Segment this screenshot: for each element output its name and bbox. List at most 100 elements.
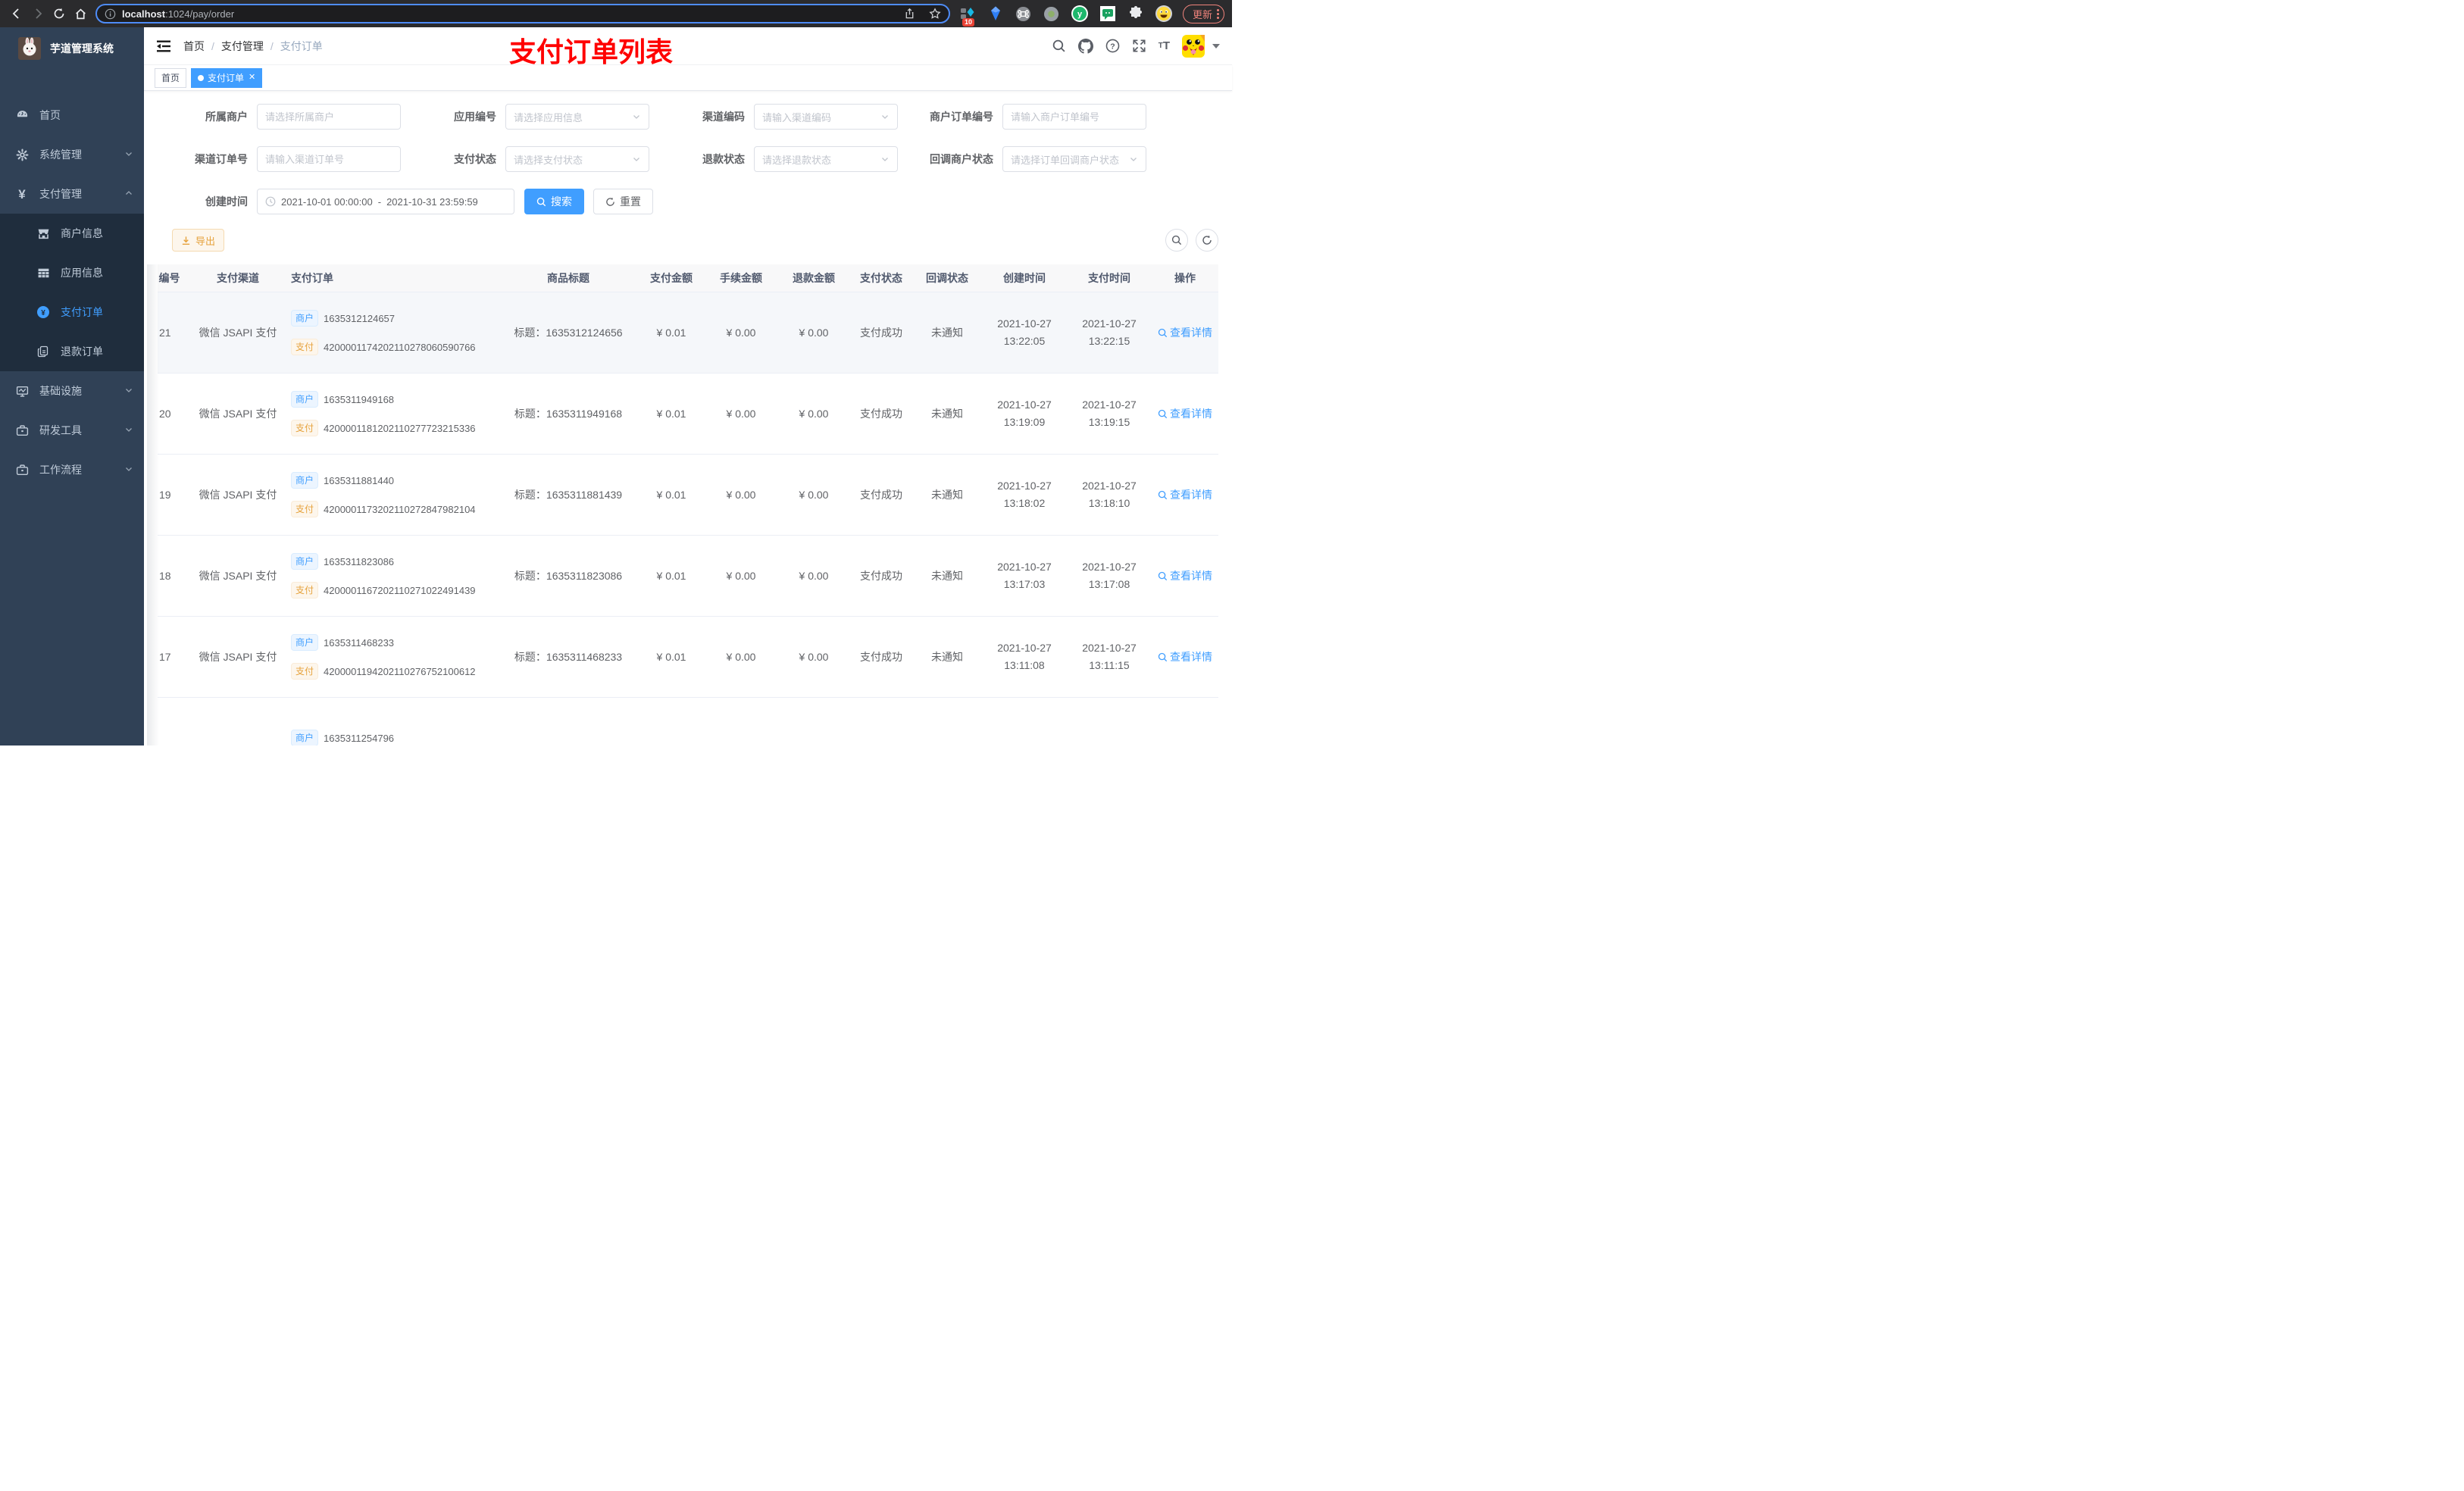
merchant-tag: 商户	[291, 310, 319, 327]
view-detail-link[interactable]: 查看详情	[1158, 649, 1212, 664]
filter-channel-code: 渠道编码 请输入渠道编码	[669, 104, 898, 130]
col-fee: 手续金额	[720, 272, 762, 284]
cell-status: 支付成功	[860, 651, 902, 663]
refresh-icon	[606, 197, 614, 206]
cell-notify: 未通知	[931, 570, 963, 582]
sidebar-item-pay-order[interactable]: ¥ 支付订单	[0, 292, 144, 332]
sidebar-item-dev-tools[interactable]: 研发工具	[0, 411, 144, 450]
pay-tag: 支付	[291, 582, 319, 599]
tags-view: 首页 支付订单 ✕	[144, 65, 1232, 91]
browser-update-button[interactable]: 更新	[1182, 4, 1224, 23]
table-row: 19 微信 JSAPI 支付 商户 1635311881440 支付 4200001…	[158, 455, 1218, 536]
filter-refund-status: 退款状态 请选择退款状态	[669, 146, 898, 172]
pay-submenu: 商户信息 应用信息 ¥ 支付订单 退款订单	[0, 214, 144, 371]
font-size-button[interactable]: TT	[1159, 40, 1170, 52]
sidebar-item-system[interactable]: 系统管理	[0, 135, 144, 174]
browser-home-button[interactable]	[70, 3, 91, 24]
share-icon[interactable]	[904, 8, 915, 20]
pay-order-no: 4200001181202110277723215336	[324, 422, 476, 434]
channel-code-select[interactable]: 请输入渠道编码	[754, 104, 898, 130]
help-button[interactable]: ?	[1105, 39, 1120, 53]
header-search-button[interactable]	[1052, 39, 1066, 53]
cell-create-date: 2021-10-27	[997, 561, 1052, 573]
logo-rabbit-avatar	[18, 37, 41, 60]
close-tab-icon[interactable]: ✕	[249, 73, 255, 82]
active-tab-dot	[198, 74, 205, 81]
fullscreen-button[interactable]	[1132, 39, 1146, 53]
pay-tag: 支付	[291, 501, 319, 517]
sidebar-item-workflow[interactable]: 工作流程	[0, 450, 144, 489]
cell-amount: ¥ 0.01	[656, 570, 686, 582]
tab-pay-order[interactable]: 支付订单 ✕	[191, 67, 263, 88]
browser-back-button[interactable]	[6, 3, 27, 24]
sidebar-item-infrastructure[interactable]: 基础设施	[0, 371, 144, 411]
browser-menu-icon[interactable]	[1217, 8, 1219, 19]
user-avatar[interactable]	[1182, 34, 1205, 58]
cell-pay-time: 13:19:15	[1088, 416, 1130, 428]
extensions-puzzle-icon[interactable]	[1127, 5, 1144, 22]
toggle-search-button[interactable]	[1165, 229, 1188, 252]
sidebar-item-home[interactable]: 首页	[0, 95, 144, 135]
site-info-icon[interactable]	[105, 8, 116, 20]
view-detail-link[interactable]: 查看详情	[1158, 568, 1212, 583]
gem-icon	[990, 6, 1000, 20]
chevron-down-icon	[882, 115, 888, 119]
cell-title: 标题：1635312124656	[514, 327, 623, 339]
browser-forward-button[interactable]	[27, 3, 48, 24]
sidebar-item-pay[interactable]: ¥ 支付管理	[0, 174, 144, 214]
channel-order-no-input[interactable]	[257, 146, 401, 172]
browser-profile-avatar[interactable]	[1155, 5, 1172, 22]
sidebar-item-label: 商户信息	[61, 227, 103, 239]
pay-status-select[interactable]: 请选择支付状态	[505, 146, 649, 172]
table-row: 18 微信 JSAPI 支付 商户 1635311823086 支付 4200001…	[158, 536, 1218, 617]
extensions-strip: 10 y	[959, 5, 1172, 27]
github-link[interactable]	[1077, 38, 1093, 54]
owner-input[interactable]	[257, 104, 401, 130]
cell-title: 标题：1635311949168	[514, 408, 623, 420]
merchant-order-no-input[interactable]	[1002, 104, 1146, 130]
merchant-order-no: 1635311949168	[324, 393, 395, 405]
sidebar-item-refund-order[interactable]: 退款订单	[0, 332, 144, 371]
notify-status-select[interactable]: 请选择订单回调商户状态	[1002, 146, 1146, 172]
cell-id: 20	[159, 408, 171, 420]
address-bar[interactable]: localhost:1024/pay/order	[95, 4, 950, 23]
tab-home[interactable]: 首页	[155, 67, 187, 88]
extension-chat-icon[interactable]	[1099, 5, 1116, 22]
sidebar-logo[interactable]: 芋道管理系统	[0, 27, 144, 70]
extension-recorder-icon[interactable]	[1043, 5, 1060, 22]
extension-devtools-icon[interactable]: 10	[959, 5, 976, 27]
breadcrumb-home[interactable]: 首页	[183, 39, 205, 54]
cell-refund: ¥ 0.00	[799, 327, 829, 339]
breadcrumb-section[interactable]: 支付管理	[221, 39, 264, 54]
cell-title: 标题：1635311881439	[514, 489, 623, 501]
create-time-range-picker[interactable]: 2021-10-01 00:00:00 - 2021-10-31 23:59:5…	[257, 189, 514, 214]
browser-reload-button[interactable]	[48, 3, 70, 24]
export-button[interactable]: 导出	[172, 229, 225, 252]
filter-row-3: 创建时间 2021-10-01 00:00:00 - 2021-10-31 23…	[172, 189, 1218, 214]
tab-label: 支付订单	[208, 73, 245, 83]
pay-order-no: 4200001194202110276752100612	[324, 665, 476, 677]
avatar-dropdown-caret[interactable]	[1212, 43, 1220, 48]
extension-command-icon[interactable]	[1015, 5, 1032, 22]
refresh-table-button[interactable]	[1196, 229, 1218, 252]
reset-button[interactable]: 重置	[593, 189, 653, 214]
bookmark-star-icon[interactable]	[929, 8, 941, 20]
extension-y-icon[interactable]: y	[1071, 5, 1088, 22]
table-grid-icon	[36, 267, 50, 280]
record-dot-icon	[1044, 6, 1059, 21]
svg-text:¥: ¥	[41, 309, 45, 317]
filter-merchant-order-no: 商户订单编号	[918, 104, 1146, 130]
view-detail-link[interactable]: 查看详情	[1158, 325, 1212, 340]
sidebar-item-app-info[interactable]: 应用信息	[0, 253, 144, 292]
view-detail-link[interactable]: 查看详情	[1158, 487, 1212, 502]
sidebar-item-merchant-info[interactable]: 商户信息	[0, 214, 144, 253]
search-button[interactable]: 搜索	[524, 189, 584, 214]
refund-status-select[interactable]: 请选择退款状态	[754, 146, 898, 172]
table-row: 17 微信 JSAPI 支付 商户 1635311468233 支付 4200001…	[158, 617, 1218, 698]
view-detail-link[interactable]: 查看详情	[1158, 406, 1212, 421]
sidebar-collapse-button[interactable]	[156, 39, 171, 53]
extension-gem-icon[interactable]	[987, 5, 1004, 22]
col-actions: 操作	[1174, 272, 1196, 284]
app-select[interactable]: 请选择应用信息	[505, 104, 649, 130]
filter-channel-order-no: 渠道订单号	[172, 146, 401, 172]
